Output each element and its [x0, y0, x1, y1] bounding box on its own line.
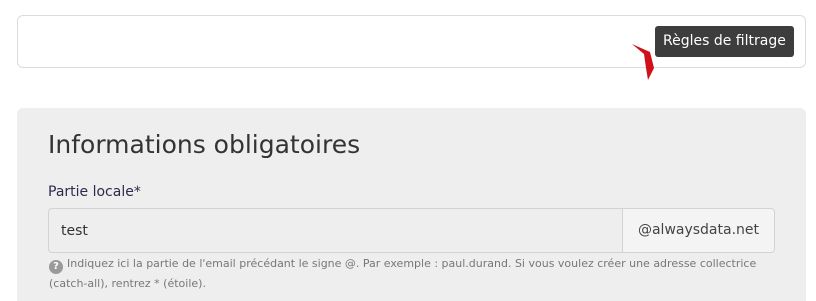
local-part-help: ? Indiquez ici la partie de l'email précé…	[49, 254, 779, 293]
local-part-label: Partie locale*	[48, 184, 141, 200]
help-text: Indiquez ici la partie de l'email précéd…	[49, 257, 757, 290]
question-circle-icon: ?	[49, 260, 63, 274]
section-title: Informations obligatoires	[48, 130, 361, 159]
domain-suffix: @alwaysdata.net	[622, 208, 775, 253]
local-part-input-group: @alwaysdata.net	[48, 208, 775, 253]
local-part-input[interactable]	[48, 208, 622, 253]
page: Règles de filtrage Informations obligato…	[0, 0, 816, 301]
filter-rules-tooltip: Règles de filtrage	[655, 26, 794, 57]
